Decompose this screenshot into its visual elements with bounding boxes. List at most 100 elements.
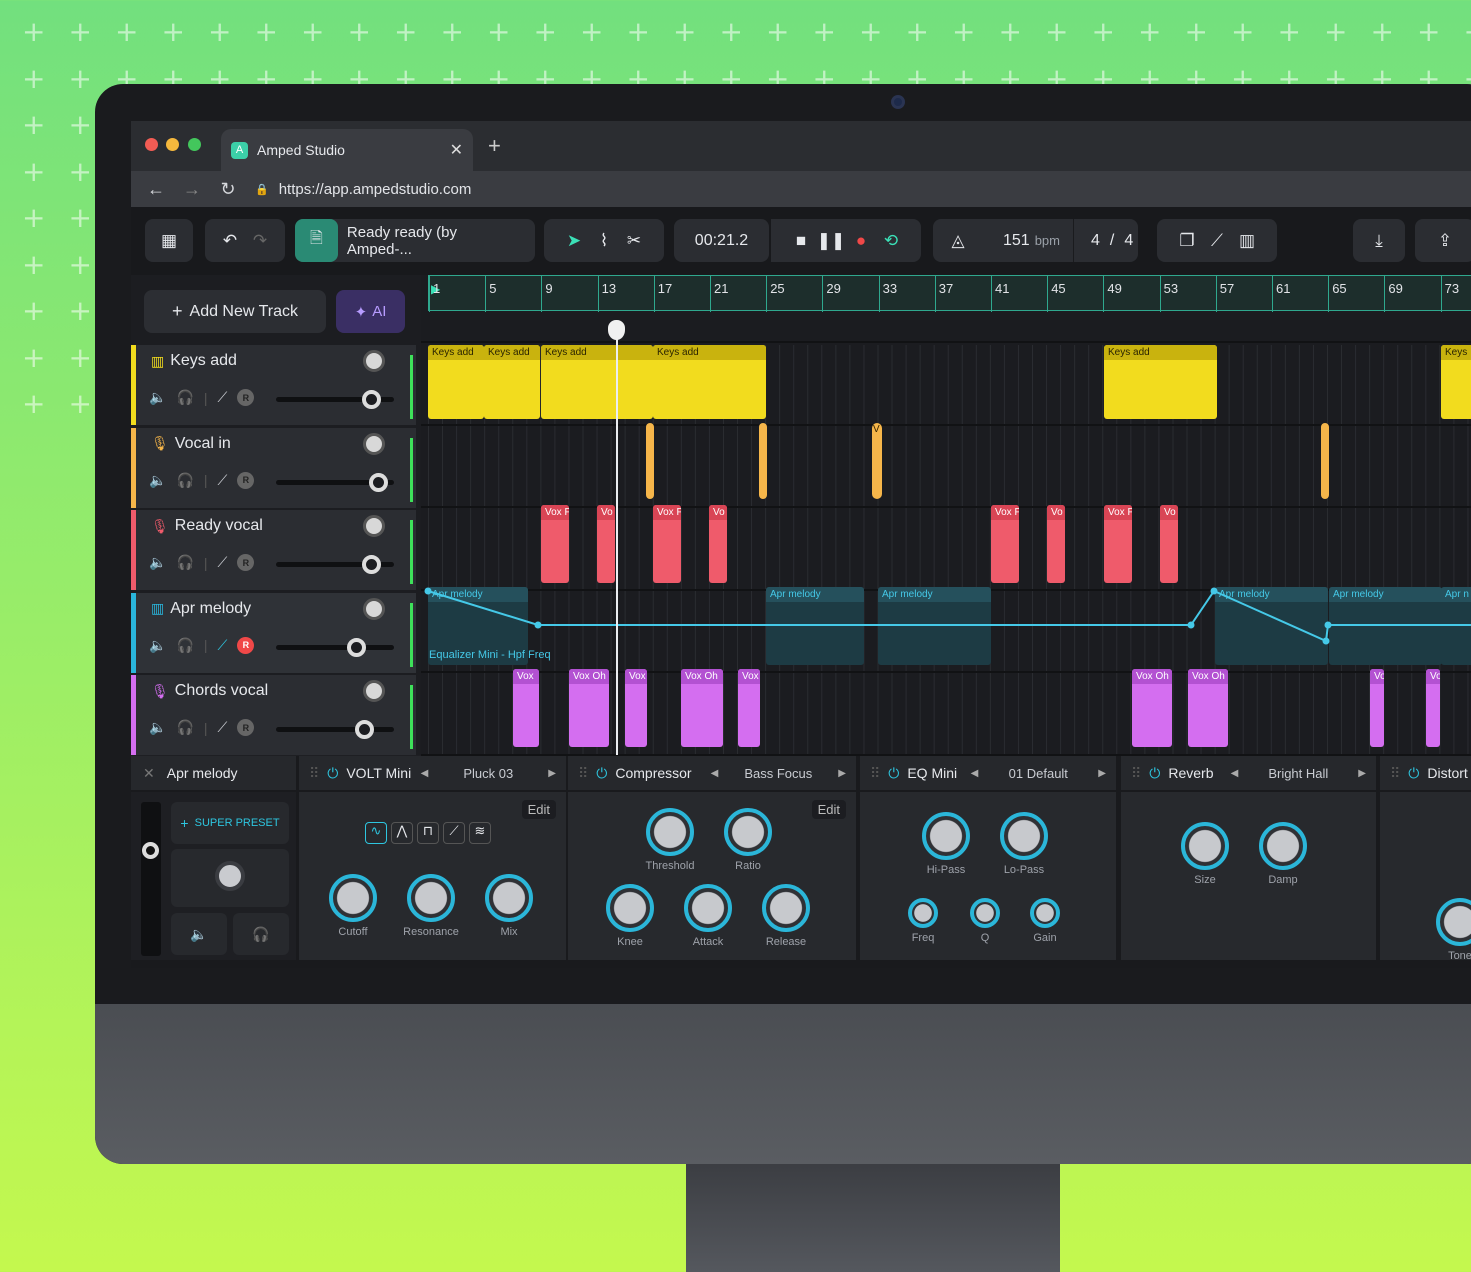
volume-fader[interactable] [141,802,161,956]
automation-icon[interactable]: ⟋ [218,719,228,736]
bpm-value[interactable]: 151 [1003,232,1030,250]
close-window-button[interactable] [145,138,158,151]
parameter-knob[interactable] [1259,822,1307,870]
solo-button[interactable]: 🎧 [233,913,289,955]
track-header[interactable]: ▥ Keys add 🔈 🎧 | ⟋ R [131,345,416,425]
parameter-knob[interactable] [724,808,772,856]
browser-tab[interactable]: A Amped Studio ✕ [221,129,473,171]
maximize-window-button[interactable] [188,138,201,151]
split-tool-icon[interactable]: ⌇ [589,231,619,251]
ai-button[interactable]: ✦ AI [336,290,405,333]
super-preset-button[interactable]: + SUPER PRESET [171,802,289,844]
metronome-icon[interactable]: ◬ [943,231,973,251]
next-preset-icon[interactable]: ▶ [548,768,556,779]
redo-icon[interactable]: ↷ [245,231,275,251]
pan-knob[interactable] [363,597,385,620]
preset-name[interactable]: Pluck 03 [428,766,548,781]
automation-icon[interactable]: ⟋ [1202,231,1232,251]
volume-slider[interactable] [276,720,394,739]
preset-name[interactable]: Bright Hall [1238,766,1358,781]
volume-slider[interactable] [276,555,394,574]
record-arm-button[interactable]: R [237,636,255,654]
add-track-button[interactable]: + Add New Track [144,290,326,333]
track-name[interactable]: Apr melody [170,600,251,618]
mute-icon[interactable]: 🔈 [149,554,166,571]
playhead-handle[interactable] [608,320,625,340]
prev-preset-icon[interactable]: ◀ [421,768,429,779]
new-tab-icon[interactable]: + [488,133,501,159]
edit-button[interactable]: Edit [521,800,556,819]
prev-preset-icon[interactable]: ◀ [1231,768,1239,779]
meter-denominator[interactable]: 4 [1124,232,1133,250]
parameter-knob[interactable] [908,898,938,928]
record-arm-button[interactable]: R [237,554,255,571]
reload-icon[interactable]: ↻ [217,179,239,200]
mute-icon[interactable]: 🔈 [149,472,166,489]
volume-slider[interactable] [276,637,394,657]
track-name[interactable]: Vocal in [175,435,231,453]
minimize-window-button[interactable] [166,138,179,151]
parameter-knob[interactable] [485,874,533,922]
volume-slider[interactable] [276,472,394,492]
menu-button[interactable]: ▦ [145,219,193,262]
drag-handle-icon[interactable]: ⠿ [1131,765,1141,782]
record-arm-button[interactable]: R [237,389,255,406]
mute-icon[interactable]: 🔈 [149,719,166,736]
track-name[interactable]: Chords vocal [175,682,268,700]
undo-icon[interactable]: ↶ [215,231,245,251]
preset-name[interactable]: Bass Focus [718,766,838,781]
volume-slider-thumb[interactable] [355,720,374,739]
automation-icon[interactable]: ⟋ [218,389,228,406]
stop-icon[interactable]: ■ [786,231,816,251]
track-header[interactable]: 🎙 Ready vocal 🔈 🎧 | ⟋ R [131,510,416,590]
headphones-icon[interactable]: 🎧 [176,637,193,654]
export-button[interactable]: ⤓ [1353,219,1405,262]
power-icon[interactable]: ⏻ [1408,765,1419,782]
volume-slider-thumb[interactable] [362,555,381,574]
headphones-icon[interactable]: 🎧 [176,554,193,571]
volume-fader-thumb[interactable] [142,842,159,859]
prev-preset-icon[interactable]: ◀ [971,768,979,779]
drag-handle-icon[interactable]: ⠿ [578,765,588,782]
share-button[interactable]: ⇪ [1415,219,1471,262]
next-preset-icon[interactable]: ▶ [838,768,846,779]
meter-numerator[interactable]: 4 [1091,232,1100,250]
saw-wave-icon[interactable]: ⟋ [443,822,465,844]
close-tab-icon[interactable]: ✕ [450,140,463,160]
triangle-wave-icon[interactable]: ⋀ [391,822,413,844]
record-arm-button[interactable]: R [237,719,255,736]
drag-handle-icon[interactable]: ⠿ [870,765,880,782]
headphones-icon[interactable]: 🎧 [176,719,193,736]
next-preset-icon[interactable]: ▶ [1098,768,1106,779]
parameter-knob[interactable] [684,884,732,932]
automation-icon[interactable]: ⟋ [218,637,228,654]
mute-button[interactable]: 🔈 [171,913,227,955]
project-info[interactable]: 🗎 Ready ready (by Amped-... [295,219,535,262]
edit-button[interactable]: Edit [811,800,846,819]
volume-slider[interactable] [276,390,394,409]
headphones-icon[interactable]: 🎧 [176,472,193,489]
preset-name[interactable]: 01 Default [978,766,1098,781]
parameter-knob[interactable] [1030,898,1060,928]
volume-slider-thumb[interactable] [362,390,381,409]
clips-icon[interactable]: ❐ [1172,231,1202,251]
track-header[interactable]: 🎙 Chords vocal 🔈 🎧 | ⟋ R [131,675,416,755]
parameter-knob[interactable] [407,874,455,922]
drag-handle-icon[interactable]: ⠿ [309,765,319,782]
playhead[interactable] [616,321,618,755]
parameter-knob[interactable] [970,898,1000,928]
pointer-tool-icon[interactable]: ➤ [559,231,589,251]
pan-knob[interactable] [363,680,385,702]
url-field[interactable]: 🔒 https://app.ampedstudio.com [255,181,471,198]
power-icon[interactable]: ⏻ [327,765,338,782]
pan-knob[interactable] [215,861,245,891]
parameter-knob[interactable] [1000,812,1048,860]
parameter-knob[interactable] [1181,822,1229,870]
parameter-knob[interactable] [606,884,654,932]
piano-roll-icon[interactable]: ▥ [1232,231,1262,251]
power-icon[interactable]: ⏻ [888,765,899,782]
track-header[interactable]: 🎙 Vocal in 🔈 🎧 | ⟋ R [131,427,416,508]
back-icon[interactable]: ← [145,179,167,200]
mute-icon[interactable]: 🔈 [149,637,166,654]
cut-tool-icon[interactable]: ✂ [619,231,649,251]
